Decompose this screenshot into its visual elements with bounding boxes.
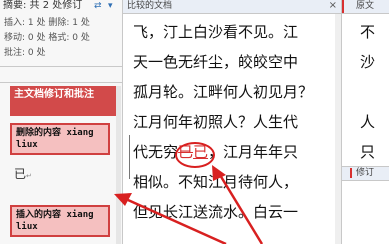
summary-bar: 摘要: 共 2 处修订 ⇄ ▾ bbox=[0, 0, 122, 13]
revision-card-inserted[interactable]: 插入的内容 xiang liux bbox=[10, 205, 110, 237]
compared-doc-titlebar: 比较的文档 × bbox=[123, 0, 341, 14]
preview-text: 已 bbox=[14, 167, 27, 181]
text-run: ，江月年年只 bbox=[208, 143, 299, 161]
document-char: 不 bbox=[360, 23, 376, 41]
document-line: 代无穷已已，江月年年只 bbox=[133, 142, 298, 162]
revision-card-deleted[interactable]: 删除的内容 xiang liux bbox=[10, 123, 110, 155]
chevron-down-icon[interactable]: ▾ bbox=[108, 1, 113, 12]
revision-marker bbox=[350, 168, 352, 178]
compared-doc-title: 比较的文档 bbox=[127, 1, 173, 11]
document-line: 相似。不知江月待何人， bbox=[133, 172, 298, 192]
revisions-scrollbar[interactable] bbox=[116, 86, 121, 244]
revision-marker bbox=[342, 0, 344, 13]
document-line: 江月何年初照人？人生代 bbox=[133, 112, 298, 132]
original-doc-title: 原文 bbox=[356, 1, 375, 11]
document-line: 孤月轮。江畔何人初见月？ bbox=[133, 82, 313, 102]
document-char: 只 bbox=[360, 143, 376, 161]
text-run: 江月何年初照人？人生代 bbox=[133, 113, 299, 131]
stat-move-format: 移动: 0 处 格式: 0 处 bbox=[4, 33, 90, 43]
summary-stats: 插入: 1 处 删除: 1 处 移动: 0 处 格式: 0 处 批注: 0 处 bbox=[4, 16, 90, 61]
text-run: 代无穷 bbox=[133, 143, 179, 161]
highlight-circle bbox=[175, 142, 215, 168]
document-char: 人 bbox=[360, 113, 376, 131]
stat-comments: 批注: 0 处 bbox=[4, 48, 46, 58]
document-char: 沙 bbox=[360, 53, 376, 71]
main-doc-revisions-header: 主文档修订和批注 bbox=[10, 86, 116, 116]
close-icon[interactable]: × bbox=[329, 0, 337, 12]
revised-doc-title: 修订 bbox=[356, 168, 375, 178]
text-run: 天一色无纤尘，皎皎空中 bbox=[133, 53, 299, 71]
divider bbox=[0, 82, 122, 83]
paragraph-mark-icon: ↵ bbox=[26, 172, 32, 180]
revision-label: 插入的内容 bbox=[16, 210, 62, 220]
text-run: 孤月轮。江畔何人初见月？ bbox=[133, 83, 314, 101]
original-document-pane: 原文 不沙人只 修订 bbox=[342, 0, 389, 244]
document-line: 但见长江送流水。白云一 bbox=[133, 202, 298, 222]
document-line: 天一色无纤尘，皎皎空中 bbox=[133, 52, 298, 72]
compared-document-pane: 比较的文档 × 飞，汀上白沙看不见。江 天一色无纤尘，皎皎空中 孤月轮。江畔何人初见… bbox=[123, 0, 342, 244]
original-doc-titlebar: 原文 bbox=[342, 0, 389, 14]
change-bar bbox=[129, 135, 130, 179]
refresh-icon[interactable]: ⇄ bbox=[94, 1, 102, 12]
text-run: 飞，汀上白沙看不见。江 bbox=[133, 23, 299, 41]
stat-insert-delete: 插入: 1 处 删除: 1 处 bbox=[4, 18, 90, 28]
divider bbox=[0, 66, 122, 67]
revision-label: 删除的内容 bbox=[16, 128, 62, 138]
revisions-pane: 摘要: 共 2 处修订 ⇄ ▾ 插入: 1 处 删除: 1 处 移动: 0 处 … bbox=[0, 0, 123, 244]
text-run: 但见长江送流水。白云一 bbox=[133, 203, 299, 221]
summary-title: 摘要: 共 2 处修订 bbox=[3, 0, 83, 11]
document-line: 飞，汀上白沙看不见。江 bbox=[133, 22, 298, 42]
revision-content-preview: 已↵ bbox=[14, 165, 32, 182]
compared-doc-scrollbar[interactable] bbox=[335, 14, 341, 244]
text-run: 相似。不知江月待何人， bbox=[133, 173, 299, 191]
